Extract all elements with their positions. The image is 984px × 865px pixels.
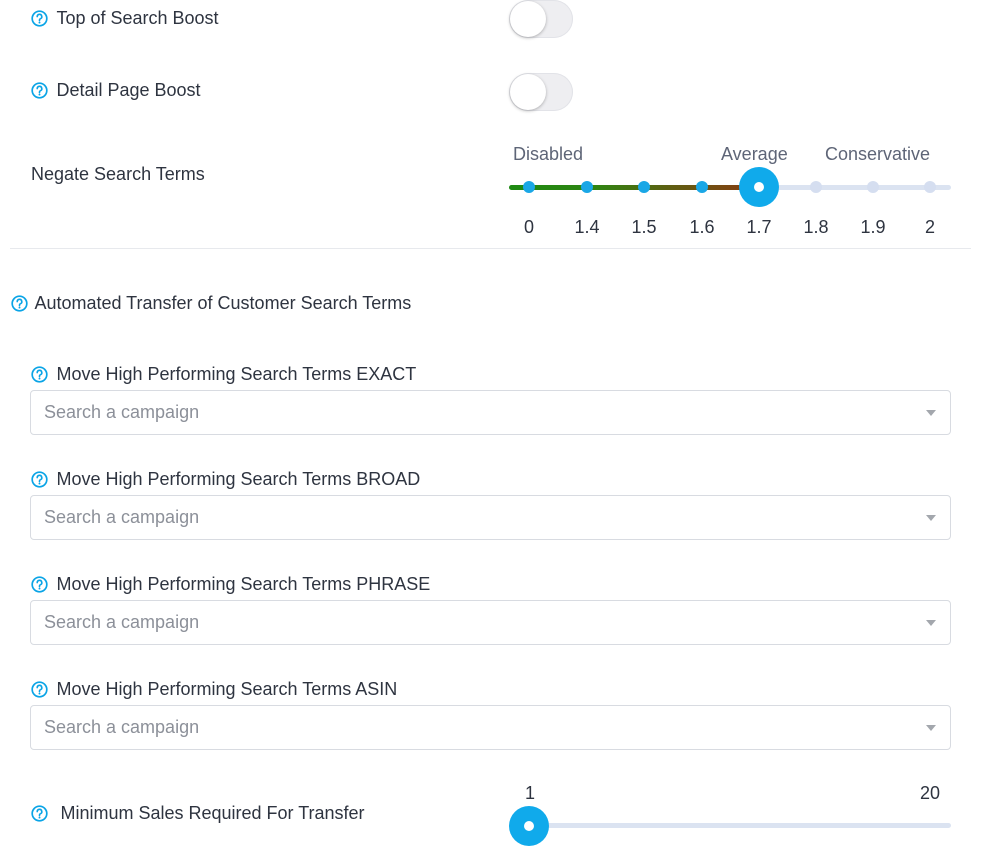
- negate-slider[interactable]: [509, 167, 951, 208]
- min-sales-min-label: 1: [524, 783, 535, 803]
- tick-label: 1.8: [803, 217, 829, 237]
- min-sales-slider[interactable]: [509, 806, 951, 846]
- question-circle-icon[interactable]: [31, 805, 48, 822]
- question-circle-icon[interactable]: [31, 82, 48, 99]
- slider-step-dot: [638, 181, 650, 193]
- slider-track[interactable]: [509, 823, 951, 828]
- slider-step-dot: [696, 181, 708, 193]
- campaign-select-broad[interactable]: Search a campaign: [30, 495, 951, 540]
- field-label-phrase: Move High Performing Search Terms PHRASE: [31, 574, 430, 595]
- slider-step-dot: [523, 181, 535, 193]
- section-divider: [10, 248, 971, 249]
- slider-step-dot: [810, 181, 822, 193]
- detail-page-boost-label: Detail Page Boost: [56, 80, 201, 100]
- tick-label: 1.6: [689, 217, 715, 237]
- slider-step-dot: [581, 181, 593, 193]
- tick-label: 1.7: [746, 217, 772, 237]
- min-sales-row: Minimum Sales Required For Transfer: [31, 803, 365, 824]
- slider-track-filled: [509, 185, 759, 190]
- question-circle-icon[interactable]: [31, 576, 48, 593]
- move-exact-label: Move High Performing Search Terms EXACT: [56, 364, 417, 384]
- row-detail-page-boost: Detail Page Boost: [31, 80, 201, 101]
- campaign-select-phrase[interactable]: Search a campaign: [30, 600, 951, 645]
- campaign-select-placeholder: Search a campaign: [44, 507, 200, 527]
- move-broad-label: Move High Performing Search Terms BROAD: [56, 469, 421, 489]
- toggle-knob: [510, 74, 546, 110]
- slider-step-dot: [867, 181, 879, 193]
- move-asin-label: Move High Performing Search Terms ASIN: [56, 679, 398, 699]
- question-circle-icon[interactable]: [31, 366, 48, 383]
- campaign-select-placeholder: Search a campaign: [44, 717, 200, 737]
- tick-label: 2: [924, 217, 935, 237]
- step-label-average: Average: [721, 144, 788, 164]
- campaign-select-asin[interactable]: Search a campaign: [30, 705, 951, 750]
- move-phrase-label: Move High Performing Search Terms PHRASE: [56, 574, 431, 594]
- step-label-disabled: Disabled: [513, 144, 584, 164]
- question-circle-icon[interactable]: [11, 295, 28, 312]
- row-top-of-search-boost: Top of Search Boost: [31, 8, 219, 29]
- negate-search-terms-label: Negate Search Terms: [31, 164, 205, 184]
- field-label-asin: Move High Performing Search Terms ASIN: [31, 679, 397, 700]
- question-circle-icon[interactable]: [31, 10, 48, 27]
- automated-transfer-title: Automated Transfer of Customer Search Te…: [34, 293, 412, 313]
- step-label-conservative: Conservative: [825, 144, 931, 164]
- caret-down-icon[interactable]: [926, 620, 936, 626]
- toggle-knob: [510, 1, 546, 37]
- caret-down-icon[interactable]: [926, 515, 936, 521]
- tick-label: 1.5: [631, 217, 657, 237]
- min-sales-max-label: 20: [920, 783, 941, 803]
- campaign-select-placeholder: Search a campaign: [44, 402, 200, 422]
- detail-page-boost-toggle[interactable]: [509, 73, 573, 111]
- question-circle-icon[interactable]: [31, 681, 48, 698]
- field-label-broad: Move High Performing Search Terms BROAD: [31, 469, 420, 490]
- automated-transfer-heading: Automated Transfer of Customer Search Te…: [11, 293, 411, 314]
- caret-down-icon[interactable]: [926, 725, 936, 731]
- field-label-exact: Move High Performing Search Terms EXACT: [31, 364, 416, 385]
- question-circle-icon[interactable]: [31, 471, 48, 488]
- top-of-search-boost-label: Top of Search Boost: [56, 8, 219, 28]
- min-sales-label: Minimum Sales Required For Transfer: [60, 803, 365, 823]
- min-sales-slider-thumb[interactable]: [509, 806, 549, 846]
- campaign-select-placeholder: Search a campaign: [44, 612, 200, 632]
- slider-step-dot: [924, 181, 936, 193]
- top-of-search-boost-toggle[interactable]: [509, 0, 573, 38]
- tick-label: 1.9: [860, 217, 886, 237]
- tick-label: 0: [523, 217, 534, 237]
- caret-down-icon[interactable]: [926, 410, 936, 416]
- campaign-select-exact[interactable]: Search a campaign: [30, 390, 951, 435]
- tick-label: 1.4: [574, 217, 600, 237]
- negate-slider-thumb[interactable]: [739, 167, 779, 207]
